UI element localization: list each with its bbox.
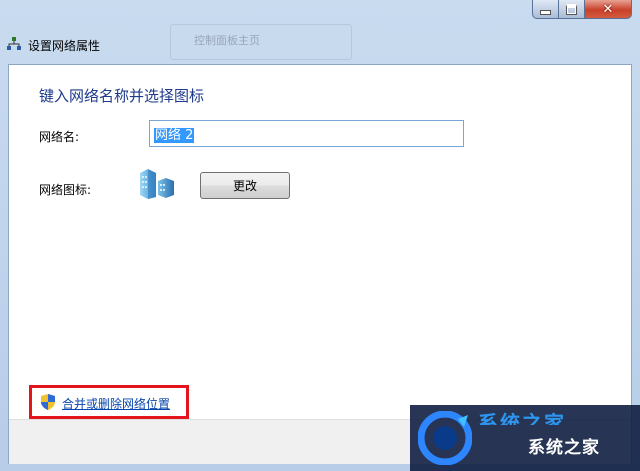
network-name-value: 网络 2 <box>154 128 195 143</box>
minimize-button[interactable] <box>532 0 559 19</box>
network-building-icon <box>140 169 174 199</box>
caption-buttons: ✕ <box>532 0 632 20</box>
maximize-button[interactable] <box>559 0 585 19</box>
network-icon-label: 网络图标: <box>39 183 92 197</box>
uac-shield-icon <box>41 394 55 410</box>
watermark-brand: 系统之家 <box>528 438 600 458</box>
merge-delete-network-link[interactable]: 合并或删除网络位置 <box>62 395 170 412</box>
minimize-icon <box>540 9 551 15</box>
network-name-label: 网络名: <box>39 130 80 144</box>
window-title: 设置网络属性 <box>28 39 101 53</box>
network-name-input[interactable]: 网络 2 <box>149 120 464 147</box>
close-button[interactable]: ✕ <box>585 0 632 19</box>
brand-logo-icon <box>418 411 472 465</box>
merge-link-highlight: 合并或删除网络位置 <box>29 385 189 419</box>
network-icon <box>7 37 21 50</box>
close-icon: ✕ <box>602 1 614 17</box>
watermark-brand-top: 系统之家 <box>478 411 566 425</box>
watermark: 系统之家 系统之家 <box>410 405 640 471</box>
page-title: 键入网络名称并选择图标 <box>39 87 205 105</box>
title-bar[interactable]: 设置网络属性 ✕ <box>0 0 640 64</box>
maximize-icon <box>566 3 577 15</box>
dialog-content: 键入网络名称并选择图标 网络名: 网络 2 网络图标: 更改 合并或删除网络位置 <box>8 64 632 464</box>
dialog-window: 控制面板主页 设置网络属性 ✕ 键入网络名称并选择图标 网络名: 网络 2 网络… <box>0 0 640 471</box>
change-icon-button[interactable]: 更改 <box>200 172 290 199</box>
